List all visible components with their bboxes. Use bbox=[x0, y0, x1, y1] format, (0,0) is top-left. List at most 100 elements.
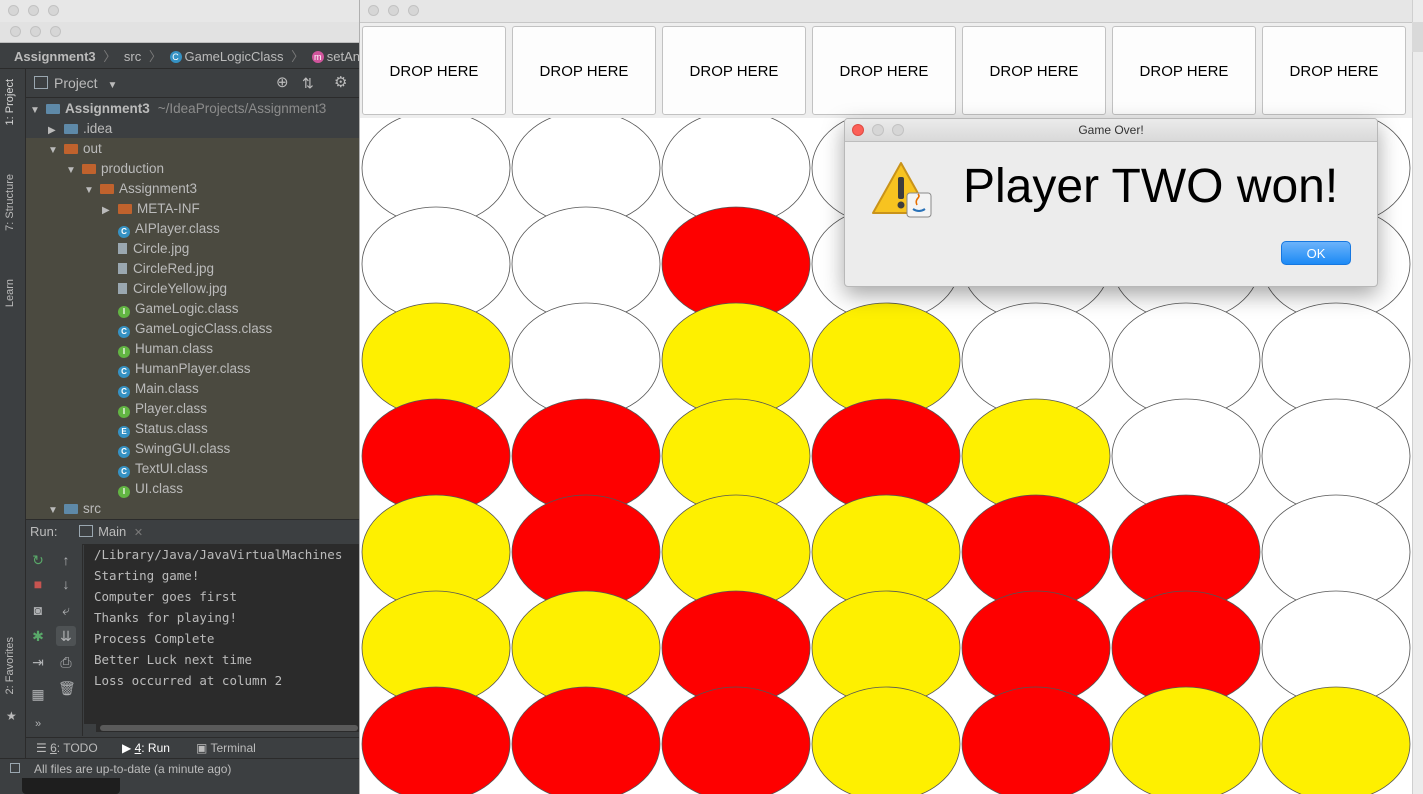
breadcrumb-method[interactable]: setAnswe bbox=[327, 49, 360, 64]
class-icon: C bbox=[169, 50, 182, 63]
dialog-title: Game Over! bbox=[1078, 123, 1144, 137]
minimize-window-button[interactable] bbox=[28, 5, 39, 16]
exit-icon[interactable]: ⇥ bbox=[30, 654, 46, 670]
more-icon[interactable]: » bbox=[30, 716, 46, 732]
debug-icon[interactable]: ✱ bbox=[30, 628, 46, 644]
tree-item[interactable]: C TextUI.class bbox=[102, 459, 208, 479]
zoom-dialog-button[interactable] bbox=[892, 124, 904, 136]
locate-icon[interactable]: ⊕ bbox=[276, 69, 289, 97]
scrollbar-thumb[interactable] bbox=[100, 725, 358, 731]
collapse-arrow-icon[interactable]: ▼ bbox=[66, 161, 76, 181]
drop-button-column-1[interactable]: DROP HERE bbox=[362, 26, 506, 115]
camera-icon[interactable]: ◙ bbox=[30, 602, 46, 618]
folder-icon bbox=[100, 184, 114, 194]
zoom-window-button[interactable] bbox=[48, 5, 59, 16]
console-output[interactable]: /Library/Java/JavaVirtualMachines Starti… bbox=[84, 544, 360, 724]
tree-item[interactable]: I Player.class bbox=[102, 399, 207, 419]
rerun-icon[interactable]: ↻ bbox=[30, 552, 46, 568]
tab-todo[interactable]: ☰ 6: TODO bbox=[36, 738, 98, 758]
tree-item[interactable]: ▼ src bbox=[48, 499, 101, 519]
board-cell-red bbox=[511, 686, 661, 794]
layout-icon[interactable]: ▦ bbox=[30, 686, 46, 702]
tree-item[interactable]: C GameLogicClass.class bbox=[102, 319, 272, 339]
tab-run[interactable]: ▶ 4: Run bbox=[122, 738, 170, 758]
breadcrumb-class[interactable]: GameLogicClass bbox=[185, 49, 284, 64]
collapse-arrow-icon[interactable]: ▼ bbox=[48, 501, 58, 521]
tree-item[interactable]: C AIPlayer.class bbox=[102, 219, 220, 239]
breadcrumb-project[interactable]: Assignment3 bbox=[14, 49, 96, 64]
tree-item[interactable]: C SwingGUI.class bbox=[102, 439, 230, 459]
collapse-arrow-icon[interactable]: ▼ bbox=[48, 141, 58, 161]
ok-button[interactable]: OK bbox=[1281, 241, 1351, 265]
close-window-button[interactable] bbox=[10, 26, 21, 37]
class-icon: C bbox=[118, 466, 130, 478]
drop-button-column-4[interactable]: DROP HERE bbox=[812, 26, 956, 115]
gear-icon[interactable]: ⚙ bbox=[334, 69, 347, 97]
project-view-icon bbox=[34, 76, 48, 89]
interface-icon: I bbox=[118, 406, 130, 418]
drop-button-column-5[interactable]: DROP HERE bbox=[962, 26, 1106, 115]
list-icon: ☰ bbox=[36, 741, 51, 755]
tree-item[interactable]: I GameLogic.class bbox=[102, 299, 239, 319]
tree-item[interactable]: ▼ Assignment3 bbox=[84, 179, 197, 199]
project-panel-title[interactable]: Project bbox=[54, 75, 98, 91]
tree-item[interactable]: ▼ out bbox=[48, 139, 102, 159]
minimize-window-button[interactable] bbox=[388, 5, 399, 16]
tab-learn[interactable]: Learn bbox=[4, 279, 16, 307]
run-toolbar: ↻ ↑ ■ ↓ ◙ ⤶ ✱ ⇊ ⇥ ⎙ ▦ 🗑 » bbox=[26, 544, 83, 736]
expand-arrow-icon[interactable]: ▶ bbox=[48, 121, 58, 141]
toggle-panels-icon[interactable] bbox=[10, 763, 20, 773]
chevron-down-icon[interactable]: ▼ bbox=[107, 80, 117, 91]
tree-item[interactable]: E Status.class bbox=[102, 419, 208, 439]
tree-item[interactable]: CircleRed.jpg bbox=[102, 259, 214, 279]
tree-item[interactable]: I Human.class bbox=[102, 339, 213, 359]
collapse-arrow-icon[interactable]: ▼ bbox=[30, 101, 40, 121]
minimize-dialog-button[interactable] bbox=[872, 124, 884, 136]
run-tab-main[interactable]: Main bbox=[98, 524, 126, 539]
tab-structure[interactable]: 7: Structure bbox=[4, 174, 16, 231]
tab-terminal[interactable]: ▣ Terminal bbox=[196, 738, 256, 758]
close-tab-icon[interactable]: ✕ bbox=[134, 527, 143, 539]
folder-icon bbox=[118, 204, 132, 214]
tree-item[interactable]: C Main.class bbox=[102, 379, 199, 399]
zoom-window-button[interactable] bbox=[50, 26, 61, 37]
print-icon[interactable]: ⎙ bbox=[58, 654, 74, 670]
arrow-down-icon[interactable]: ↓ bbox=[58, 576, 74, 592]
arrow-up-icon[interactable]: ↑ bbox=[58, 552, 74, 568]
console-horizontal-scrollbar[interactable] bbox=[96, 724, 360, 732]
close-window-button[interactable] bbox=[8, 5, 19, 16]
tree-item[interactable]: I UI.class bbox=[102, 479, 183, 499]
tree-item[interactable]: Circle.jpg bbox=[102, 239, 189, 259]
soft-wrap-icon[interactable]: ⤶ bbox=[58, 602, 74, 618]
expand-arrow-icon[interactable]: ▶ bbox=[102, 201, 112, 221]
tree-item[interactable]: ▼ Assignment3 ~/IdeaProjects/Assignment3 bbox=[30, 99, 326, 119]
tree-item[interactable]: ▶ .idea bbox=[48, 119, 112, 139]
tab-todo-number: 6 bbox=[50, 741, 57, 755]
tree-item[interactable]: C HumanPlayer.class bbox=[102, 359, 251, 379]
close-dialog-button[interactable] bbox=[852, 124, 864, 136]
close-window-button[interactable] bbox=[368, 5, 379, 16]
tree-item[interactable]: ▶ META-INF bbox=[102, 199, 200, 219]
zoom-window-button[interactable] bbox=[408, 5, 419, 16]
tree-item[interactable]: CircleYellow.jpg bbox=[102, 279, 227, 299]
minimize-window-button[interactable] bbox=[30, 26, 41, 37]
board-cell-yellow bbox=[811, 686, 961, 794]
drop-button-column-2[interactable]: DROP HERE bbox=[512, 26, 656, 115]
tree-item-label: TextUI.class bbox=[135, 461, 208, 476]
drop-button-column-6[interactable]: DROP HERE bbox=[1112, 26, 1256, 115]
tooltip-fragment bbox=[22, 778, 120, 794]
breadcrumb-src[interactable]: src bbox=[124, 49, 141, 64]
tree-item[interactable]: ▼ production bbox=[66, 159, 164, 179]
drop-button-column-7[interactable]: DROP HERE bbox=[1262, 26, 1406, 115]
trash-icon[interactable]: 🗑 bbox=[58, 680, 76, 696]
collapse-all-icon[interactable]: ⇅ bbox=[302, 69, 314, 97]
image-file-icon bbox=[118, 263, 127, 274]
stop-icon[interactable]: ■ bbox=[30, 576, 46, 592]
tree-item-label: UI.class bbox=[135, 481, 184, 496]
tab-project[interactable]: 1: Project bbox=[4, 79, 16, 125]
tree-item-label: production bbox=[101, 161, 165, 176]
collapse-arrow-icon[interactable]: ▼ bbox=[84, 181, 94, 201]
scroll-to-end-icon[interactable]: ⇊ bbox=[56, 626, 76, 646]
drop-button-column-3[interactable]: DROP HERE bbox=[662, 26, 806, 115]
tab-favorites[interactable]: 2: Favorites bbox=[4, 637, 16, 694]
